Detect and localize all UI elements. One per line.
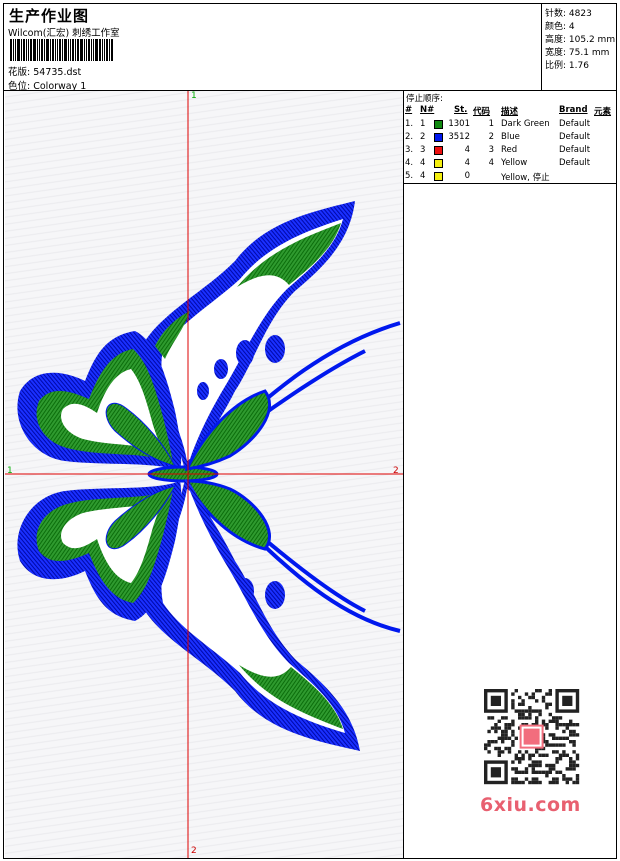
- axis-label-bottom: 2: [191, 846, 197, 856]
- sequence-cell-desc: Red: [501, 145, 518, 155]
- design-preview: 1 1 2 2: [5, 91, 404, 858]
- sequence-cell-idx: 2.: [405, 132, 414, 142]
- barcode: [10, 39, 122, 61]
- design-file-line: 花版: 54735.dst: [8, 64, 81, 78]
- sequence-cell-st: 1301: [448, 119, 470, 129]
- color-swatch: [434, 133, 443, 142]
- design-file-label: 花版:: [8, 67, 31, 78]
- col-header-n: N#: [420, 105, 435, 115]
- sequence-cell-n: 1: [420, 119, 426, 129]
- axis-label-top: 1: [191, 91, 197, 101]
- sequence-cell-n: 3: [420, 145, 426, 155]
- sequence-cell-code: 3: [488, 145, 494, 155]
- stat-scale: 比例: 1.76: [545, 61, 589, 71]
- sequence-cell-idx: 4.: [405, 158, 414, 168]
- color-swatch: [434, 146, 443, 155]
- col-header-code: 代码: [473, 107, 491, 117]
- sequence-cell-code: 2: [488, 132, 494, 142]
- colorway-line: 色位: Colorway 1: [8, 78, 86, 92]
- sequence-cell-desc: Yellow: [501, 158, 528, 168]
- sequence-cell-brand: Default: [559, 145, 591, 155]
- sequence-cell-st: 4: [464, 145, 470, 155]
- sequence-cell-n: 2: [420, 132, 426, 142]
- color-sequence-table: 停止顺序: # N# St. 代码 描述 Brand 元素 1. 1 1301 1 Da…: [404, 91, 616, 184]
- axis-label-right: 2: [393, 466, 399, 476]
- color-swatch: [434, 120, 443, 129]
- col-header-desc: 描述: [501, 107, 519, 117]
- sequence-cell-st: 0: [464, 171, 470, 181]
- sheet-header: 生产作业图 Wilcom(汇宏) 刺绣工作室 花版: 54735.dst 色位:…: [4, 4, 616, 92]
- page-title: 生产作业图: [9, 7, 90, 25]
- butterfly-embroidery: [5, 91, 403, 858]
- col-header-num: #: [405, 105, 413, 115]
- sequence-caption: 停止顺序:: [406, 94, 443, 104]
- col-header-brand: Brand: [559, 105, 588, 115]
- color-swatch: [434, 172, 443, 181]
- sequence-cell-n: 4: [420, 171, 426, 181]
- sequence-cell-desc: Yellow, 停止: [501, 173, 550, 183]
- sequence-cell-code: 4: [488, 158, 494, 168]
- company-name: Wilcom(汇宏) 刺绣工作室: [8, 28, 120, 39]
- col-header-element: 元素: [594, 107, 612, 117]
- col-header-stitches: St.: [454, 105, 468, 115]
- stat-stitches: 针数: 4823: [545, 9, 592, 19]
- sequence-cell-idx: 3.: [405, 145, 414, 155]
- sequence-cell-brand: Default: [559, 119, 591, 129]
- sequence-cell-idx: 5.: [405, 171, 414, 181]
- watermark-brand: 6xiu.com: [480, 794, 581, 816]
- sequence-cell-code: 1: [488, 119, 494, 129]
- sequence-cell-st: 3512: [448, 132, 470, 142]
- sequence-cell-idx: 1.: [405, 119, 414, 129]
- stat-height: 高度: 105.2 mm: [545, 35, 616, 45]
- stat-width: 宽度: 75.1 mm: [545, 48, 610, 58]
- sequence-cell-desc: Blue: [501, 132, 520, 142]
- axis-label-left: 1: [7, 466, 13, 476]
- sequence-cell-brand: Default: [559, 158, 591, 168]
- sequence-cell-n: 4: [420, 158, 426, 168]
- color-swatch: [434, 159, 443, 168]
- design-file-name: 54735.dst: [33, 67, 82, 78]
- production-sheet: 生产作业图 Wilcom(汇宏) 刺绣工作室 花版: 54735.dst 色位:…: [3, 3, 617, 859]
- stats-panel: 针数: 4823 颜色: 4 高度: 105.2 mm 宽度: 75.1 mm …: [541, 4, 616, 90]
- sequence-cell-desc: Dark Green: [501, 119, 550, 129]
- stat-colors: 颜色: 4: [545, 22, 575, 32]
- qr-code: [474, 687, 586, 787]
- sequence-cell-brand: Default: [559, 132, 591, 142]
- sequence-cell-st: 4: [464, 158, 470, 168]
